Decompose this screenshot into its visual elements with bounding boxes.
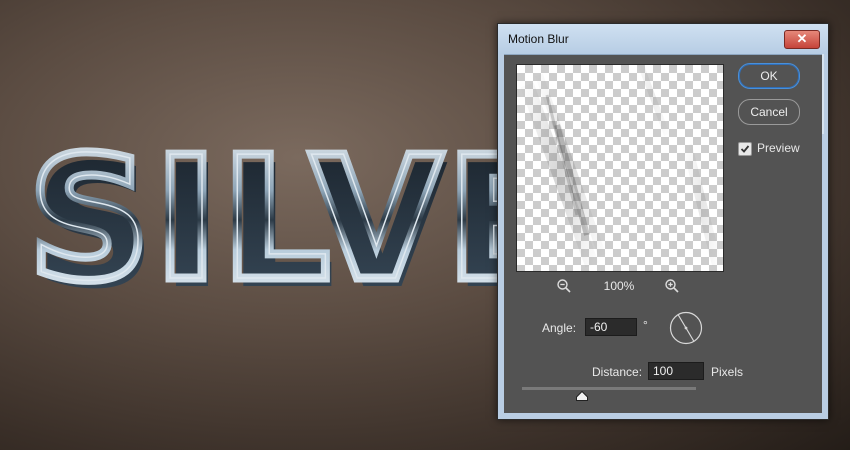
- distance-slider-track[interactable]: [522, 387, 696, 390]
- angle-label: Angle:: [542, 321, 577, 335]
- dialog-frame-left: [498, 54, 504, 419]
- dialog-title: Motion Blur: [508, 32, 569, 46]
- zoom-controls: 100%: [516, 276, 722, 296]
- preview-label[interactable]: Preview: [757, 141, 800, 155]
- preview-blur-streaks: [520, 65, 722, 268]
- distance-input[interactable]: [648, 362, 704, 380]
- close-button[interactable]: ✕: [784, 30, 820, 49]
- distance-slider-thumb[interactable]: [576, 391, 588, 401]
- dialog-edge-highlight: [822, 54, 824, 134]
- motion-blur-dialog: Motion Blur ✕ 100% OK Cancel Preview Ang…: [497, 23, 829, 420]
- ok-button[interactable]: OK: [738, 63, 800, 89]
- dialog-titlebar[interactable]: Motion Blur ✕: [498, 24, 828, 55]
- zoom-in-icon[interactable]: [664, 278, 680, 294]
- angle-dial[interactable]: [669, 311, 703, 345]
- degree-symbol: °: [643, 318, 648, 332]
- distance-unit-label: Pixels: [711, 365, 744, 379]
- dialog-frame-bottom: [498, 413, 828, 419]
- zoom-out-icon[interactable]: [556, 278, 572, 294]
- distance-label: Distance:: [592, 365, 643, 379]
- silver-text-inline: SILVER: [28, 121, 508, 308]
- zoom-level: 100%: [603, 279, 635, 293]
- angle-input[interactable]: [585, 318, 637, 336]
- checkmark-icon: [740, 145, 750, 153]
- cancel-button[interactable]: Cancel: [738, 99, 800, 125]
- close-icon: ✕: [796, 31, 808, 46]
- preview-checkbox[interactable]: [738, 142, 752, 156]
- silver-text-artwork: SILVER SILVER SILVER: [28, 118, 508, 308]
- filter-preview-pane[interactable]: [516, 64, 724, 272]
